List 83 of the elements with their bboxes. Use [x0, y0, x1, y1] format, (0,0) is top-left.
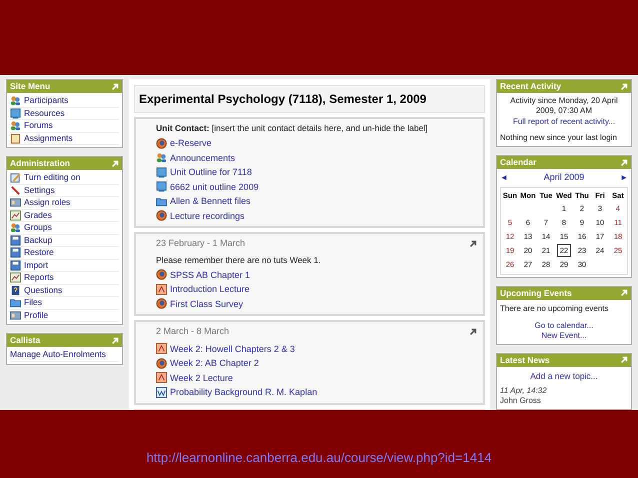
resource-link[interactable]: Unit Outline for 7118: [156, 165, 477, 180]
menu-link[interactable]: Turn editing on: [10, 172, 119, 184]
news-date: 11 Apr, 14:32: [500, 386, 548, 396]
resource-link[interactable]: 6662 unit outline 2009: [156, 180, 477, 194]
menu-link[interactable]: Participants: [10, 95, 119, 108]
screen-icon: [10, 108, 21, 119]
news-author: John Gross: [500, 396, 542, 406]
people-icon: [10, 222, 21, 234]
people-icon: [156, 152, 167, 164]
folder-icon: [10, 297, 21, 308]
url-caption: http://learnonline.canberra.edu.au/course/view.php?id=1414: [146, 449, 492, 467]
month-title: April 2009: [544, 171, 584, 184]
clipboard-icon: [10, 132, 21, 144]
activity-note: Nothing new since your last login: [500, 133, 618, 143]
report-link[interactable]: Full report of recent activity...: [500, 116, 628, 127]
globe-icon: [156, 269, 167, 280]
globe-icon: [156, 358, 167, 369]
menu-link[interactable]: Backup: [10, 234, 119, 247]
new-topic-link[interactable]: Add a new topic...: [500, 370, 628, 382]
chart-icon: [10, 272, 21, 284]
upcoming-message: There are no upcoming events: [500, 302, 610, 314]
section-heading: 2 March - 8 March: [156, 325, 230, 338]
resource-link[interactable]: Week 2 Lecture: [156, 370, 477, 385]
menu-link[interactable]: Assign roles: [10, 197, 119, 210]
resource-link[interactable]: Week 2: Howell Chapters 2 & 3: [156, 342, 477, 356]
resource-link[interactable]: Week 2: AB Chapter 2: [156, 356, 477, 370]
menu-link[interactable]: Questions: [10, 284, 119, 297]
menu-link[interactable]: Import: [10, 260, 119, 272]
menu-link[interactable]: Assignments: [10, 132, 119, 145]
folder-icon: [156, 196, 167, 207]
resource-link[interactable]: Allen & Bennett files: [156, 194, 477, 208]
previous-month-button[interactable]: ◄: [500, 172, 508, 184]
menu-link[interactable]: Reports: [10, 272, 119, 284]
people-icon: [10, 95, 21, 106]
resource-link[interactable]: First Class Survey: [156, 296, 477, 311]
menu-link[interactable]: Resources: [10, 108, 119, 120]
course-title: Experimental Psychology (7118), Semester 1, 2009: [134, 85, 485, 113]
screen-icon: [156, 166, 167, 178]
menu-link[interactable]: Profile: [10, 310, 119, 322]
next-month-button[interactable]: ►: [620, 172, 628, 184]
section-note: Unit Contact: [insert the unit contact details here, and un-hide the label]: [156, 122, 429, 135]
calendar-link[interactable]: Go to calendar...: [500, 320, 628, 330]
block-title: Latest News: [500, 354, 550, 366]
resource-link[interactable]: e-Reserve: [156, 136, 477, 150]
block-title: Recent Activity: [500, 80, 562, 93]
slides-icon: [156, 343, 167, 354]
people-icon: [10, 120, 21, 132]
section-heading: 23 February - 1 March: [156, 237, 246, 250]
resource-link[interactable]: SPSS AB Chapter 1: [156, 268, 477, 282]
calendar-link[interactable]: New Event...: [500, 330, 628, 340]
menu-link[interactable]: Manage Auto-Enrolments: [10, 349, 119, 362]
menu-link[interactable]: Restore: [10, 247, 119, 260]
expand-arrow-icon[interactable]: [469, 240, 477, 248]
menu-link[interactable]: Groups: [10, 222, 119, 234]
slides-icon: [156, 284, 167, 295]
block-title: Calendar: [500, 156, 536, 169]
globe-icon: [156, 138, 167, 149]
globe-icon: [156, 210, 167, 222]
pen-icon: [10, 184, 21, 196]
chart-icon: [10, 210, 21, 221]
menu-link[interactable]: Files: [10, 297, 119, 310]
block-title: Callista: [10, 334, 40, 347]
edit-icon: [10, 172, 21, 184]
screen-icon: [156, 181, 167, 192]
document-icon: [156, 386, 167, 398]
slides-icon: [156, 372, 167, 384]
question-icon: [10, 284, 21, 296]
id-card-icon: [10, 310, 21, 321]
block-title: Site Menu: [10, 80, 50, 93]
block-title: Upcoming Events: [500, 286, 572, 300]
menu-link[interactable]: Forums: [10, 120, 119, 132]
expand-arrow-icon[interactable]: [469, 328, 477, 336]
block-title: Administration: [10, 157, 70, 170]
menu-link[interactable]: Grades: [10, 210, 119, 222]
section-note: Please remember there are no tuts Week 1.: [156, 254, 322, 266]
resource-link[interactable]: Probability Background R. M. Kaplan: [156, 385, 477, 400]
id-card-icon: [10, 197, 21, 208]
activity-since: Activity since Monday, 20 April 2009, 07:30 AM: [509, 96, 619, 116]
menu-link[interactable]: Settings: [10, 184, 119, 197]
resource-link[interactable]: Lecture recordings: [156, 208, 477, 223]
resource-link[interactable]: Introduction Lecture: [156, 282, 477, 296]
globe-icon: [156, 298, 167, 310]
resource-link[interactable]: Announcements: [156, 150, 477, 165]
